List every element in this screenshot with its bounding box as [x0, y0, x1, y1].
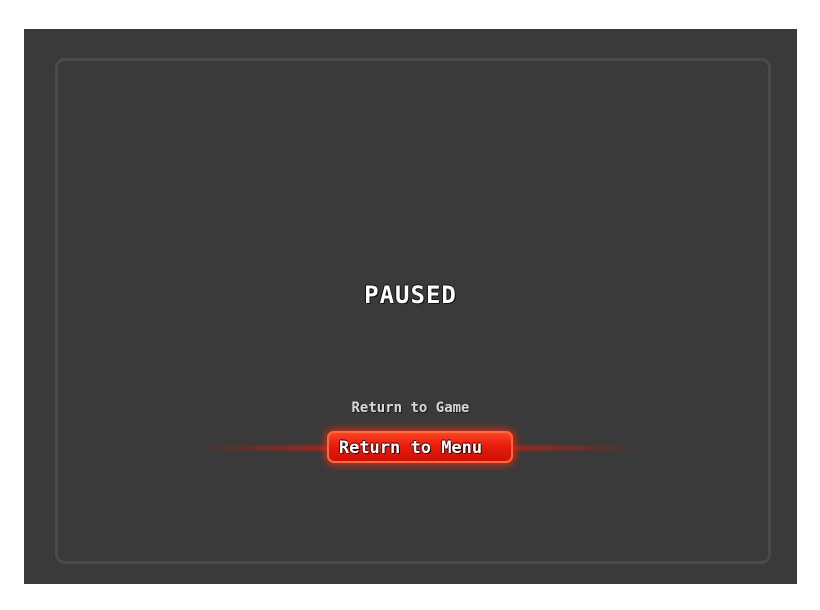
return-to-menu-button[interactable]: Return to Menu — [24, 438, 797, 458]
pause-panel — [55, 58, 771, 564]
paused-title: PAUSED — [364, 281, 457, 309]
return-to-game-button[interactable]: Return to Game — [24, 400, 797, 416]
game-screen: PAUSED Return to Game Return to Menu — [24, 29, 797, 584]
